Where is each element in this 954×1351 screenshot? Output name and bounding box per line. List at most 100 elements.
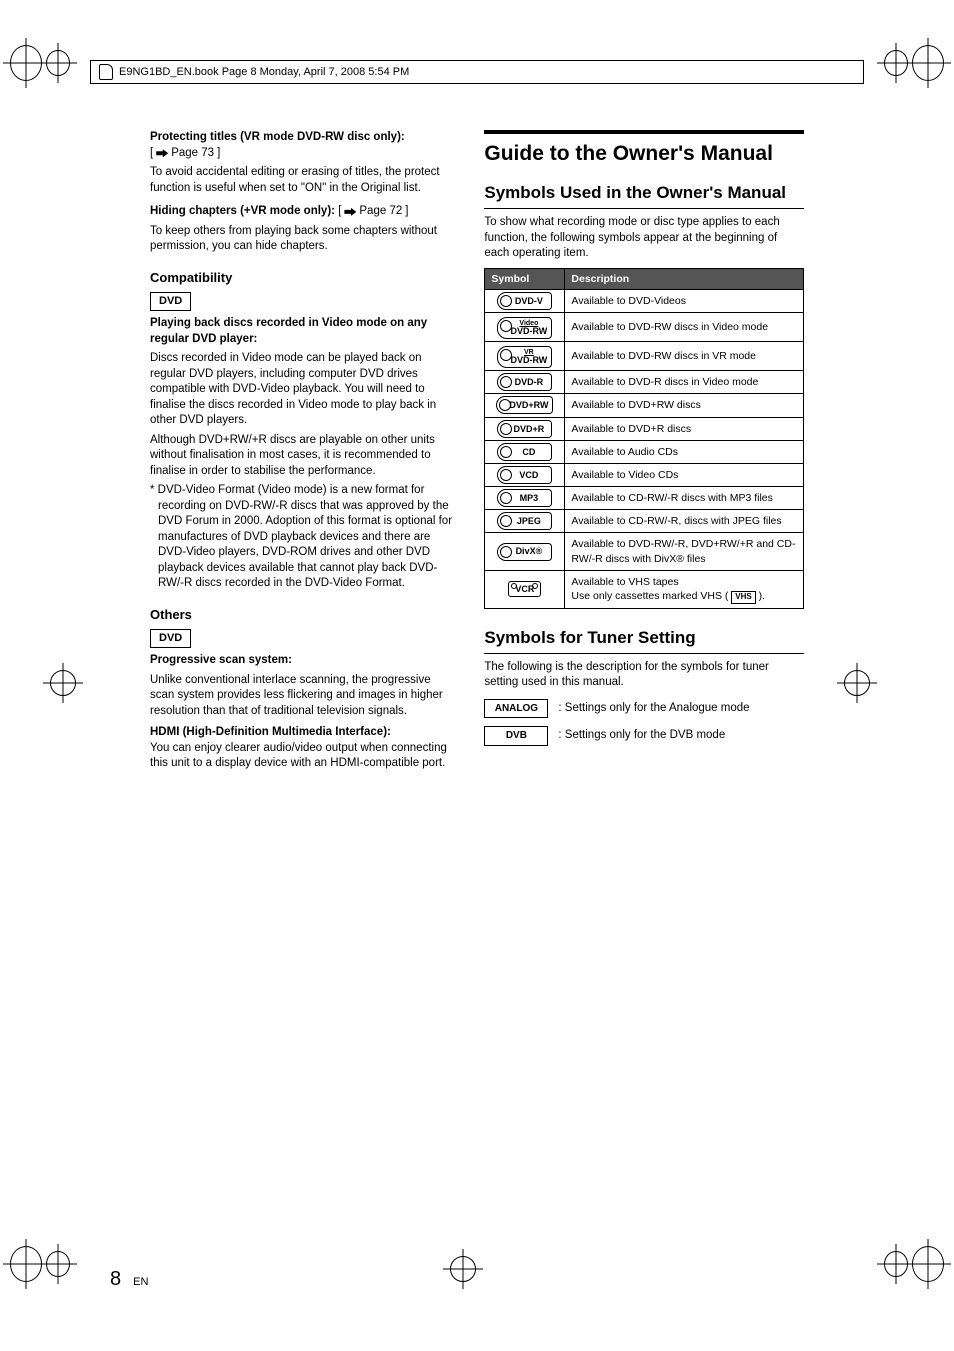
protect-title-label: Protecting titles (VR mode DVD-RW disc o… [150, 131, 405, 143]
document-header: E9NG1BD_EN.book Page 8 Monday, April 7, … [90, 60, 864, 84]
symbol-cell: DVD+RW [485, 394, 565, 417]
tuner-text: : Settings only for the DVB mode [558, 728, 725, 744]
right-column: Guide to the Owner's Manual Symbols Used… [484, 130, 804, 1271]
tuner-text: : Settings only for the Analogue mode [558, 701, 749, 717]
hiding-line: Hiding chapters (+VR mode only): [ Page … [150, 204, 454, 220]
symbols-intro: To show what recording mode or disc type… [484, 215, 804, 262]
compat-note: * DVD-Video Format (Video mode) is a new… [150, 483, 454, 592]
table-row: DVD+RW Available to DVD+RW discs [485, 394, 804, 417]
vcr-symbol-icon: VCR [508, 581, 541, 597]
crop-mark-icon [884, 45, 944, 105]
guide-heading: Guide to the Owner's Manual [484, 130, 804, 168]
disc-symbol-icon: MP3 [497, 489, 552, 507]
hdmi-title-label: HDMI (High-Definition Multimedia Interfa… [150, 726, 391, 738]
page-body: Protecting titles (VR mode DVD-RW disc o… [150, 130, 804, 1271]
compatibility-heading: Compatibility [150, 269, 454, 287]
symbols-table: Symbol Description DVD-V Available to DVD… [484, 268, 804, 609]
disc-symbol-icon: VCD [497, 466, 552, 484]
others-heading: Others [150, 606, 454, 624]
protect-body: To avoid accidental editing or erasing o… [150, 165, 454, 196]
symbol-cell: VRDVD-RW [485, 342, 565, 371]
header-text: E9NG1BD_EN.book Page 8 Monday, April 7, … [119, 66, 409, 78]
tuner-row: ANALOG : Settings only for the Analogue m… [484, 699, 804, 719]
symbols-heading: Symbols Used in the Owner's Manual [484, 182, 804, 209]
crop-mark-icon [844, 670, 904, 730]
hiding-title-label: Hiding chapters (+VR mode only): [150, 205, 335, 217]
description-cell: Available to VHS tapesUse only cassettes… [565, 570, 804, 608]
disc-symbol-icon: DVD-R [497, 373, 552, 391]
description-cell: Available to DVD+RW discs [565, 394, 804, 417]
symbol-cell: DivX® [485, 533, 565, 570]
hiding-body: To keep others from playing back some ch… [150, 224, 454, 255]
disc-symbol-icon: DVD+R [497, 420, 552, 438]
symbol-cell: CD [485, 440, 565, 463]
page-number: 8 [110, 1268, 121, 1291]
dvd-badge: DVD [150, 292, 191, 311]
vhs-box-icon: VHS [731, 591, 755, 604]
symbol-cell: DVD-V [485, 290, 565, 313]
symbol-cell: DVD+R [485, 417, 565, 440]
page-lang: EN [133, 1276, 148, 1288]
tuner-badge: DVB [484, 726, 548, 746]
symbol-cell: JPEG [485, 510, 565, 533]
table-row: DivX® Available to DVD-RW/-R, DVD+RW/+R a… [485, 533, 804, 570]
description-cell: Available to DVD-R discs in Video mode [565, 371, 804, 394]
tuner-row: DVB : Settings only for the DVB mode [484, 726, 804, 746]
table-row: DVD+R Available to DVD+R discs [485, 417, 804, 440]
hdmi-body-text: You can enjoy clearer audio/video output… [150, 742, 447, 770]
page-ref: [ Page 73] [150, 146, 220, 162]
symbol-cell: VCD [485, 463, 565, 486]
table-row: DVD-R Available to DVD-R discs in Video m… [485, 371, 804, 394]
table-row: MP3 Available to CD-RW/-R discs with MP3 … [485, 487, 804, 510]
prog-title: Progressive scan system: [150, 653, 454, 669]
page-icon [99, 64, 113, 80]
tuner-heading: Symbols for Tuner Setting [484, 627, 804, 654]
symbol-cell: VCR [485, 570, 565, 608]
disc-symbol-icon: JPEG [497, 512, 552, 530]
description-cell: Available to Audio CDs [565, 440, 804, 463]
tuner-badge: ANALOG [484, 699, 548, 719]
table-row: VRDVD-RWAvailable to DVD-RW discs in VR … [485, 342, 804, 371]
crop-mark-icon [884, 1246, 944, 1306]
tuner-intro: The following is the description for the… [484, 660, 804, 691]
table-row: VideoDVD-RW Available to DVD-RW discs in … [485, 313, 804, 342]
description-cell: Available to DVD-RW discs in Video mode [565, 313, 804, 342]
disc-symbol-icon: CD [497, 443, 552, 461]
arrow-icon [156, 149, 168, 157]
description-cell: Available to Video CDs [565, 463, 804, 486]
crop-mark-icon [50, 670, 110, 730]
left-column: Protecting titles (VR mode DVD-RW disc o… [150, 130, 454, 1271]
prog-body: Unlike conventional interlace scanning, … [150, 673, 454, 720]
hdmi-block: HDMI (High-Definition Multimedia Interfa… [150, 725, 454, 772]
description-cell: Available to CD-RW/-R, discs with JPEG f… [565, 510, 804, 533]
protect-ref-text: Page 73 [171, 146, 214, 162]
table-row: VCR Available to VHS tapesUse only casset… [485, 570, 804, 608]
compat-subtitle: Playing back discs recorded in Video mod… [150, 316, 454, 347]
compat-p1: Discs recorded in Video mode can be play… [150, 351, 454, 429]
description-cell: Available to DVD-RW/-R, DVD+RW/+R and CD… [565, 533, 804, 570]
crop-mark-icon [10, 45, 70, 105]
table-row: CD Available to Audio CDs [485, 440, 804, 463]
table-row: JPEG Available to CD-RW/-R, discs with JP… [485, 510, 804, 533]
table-row: DVD-V Available to DVD-Videos [485, 290, 804, 313]
protect-title: Protecting titles (VR mode DVD-RW disc o… [150, 130, 454, 161]
disc-symbol-icon: DVD-V [497, 292, 552, 310]
th-description: Description [565, 268, 804, 289]
symbol-cell: MP3 [485, 487, 565, 510]
compat-p2: Although DVD+RW/+R discs are playable on… [150, 433, 454, 480]
description-cell: Available to DVD-RW discs in VR mode [565, 342, 804, 371]
symbol-cell: VideoDVD-RW [485, 313, 565, 342]
page-ref: [ Page 72] [338, 204, 408, 220]
crop-mark-icon [10, 1246, 70, 1306]
disc-symbol-icon: DVD+RW [496, 396, 553, 414]
description-cell: Available to DVD+R discs [565, 417, 804, 440]
dvd-badge: DVD [150, 629, 191, 648]
hiding-ref-text: Page 72 [359, 204, 402, 220]
th-symbol: Symbol [485, 268, 565, 289]
description-cell: Available to DVD-Videos [565, 290, 804, 313]
disc-symbol-icon: VideoDVD-RW [497, 317, 552, 339]
table-row: VCD Available to Video CDs [485, 463, 804, 486]
disc-symbol-icon: DivX® [497, 543, 552, 561]
description-cell: Available to CD-RW/-R discs with MP3 fil… [565, 487, 804, 510]
page-footer: 8 EN [110, 1268, 148, 1291]
